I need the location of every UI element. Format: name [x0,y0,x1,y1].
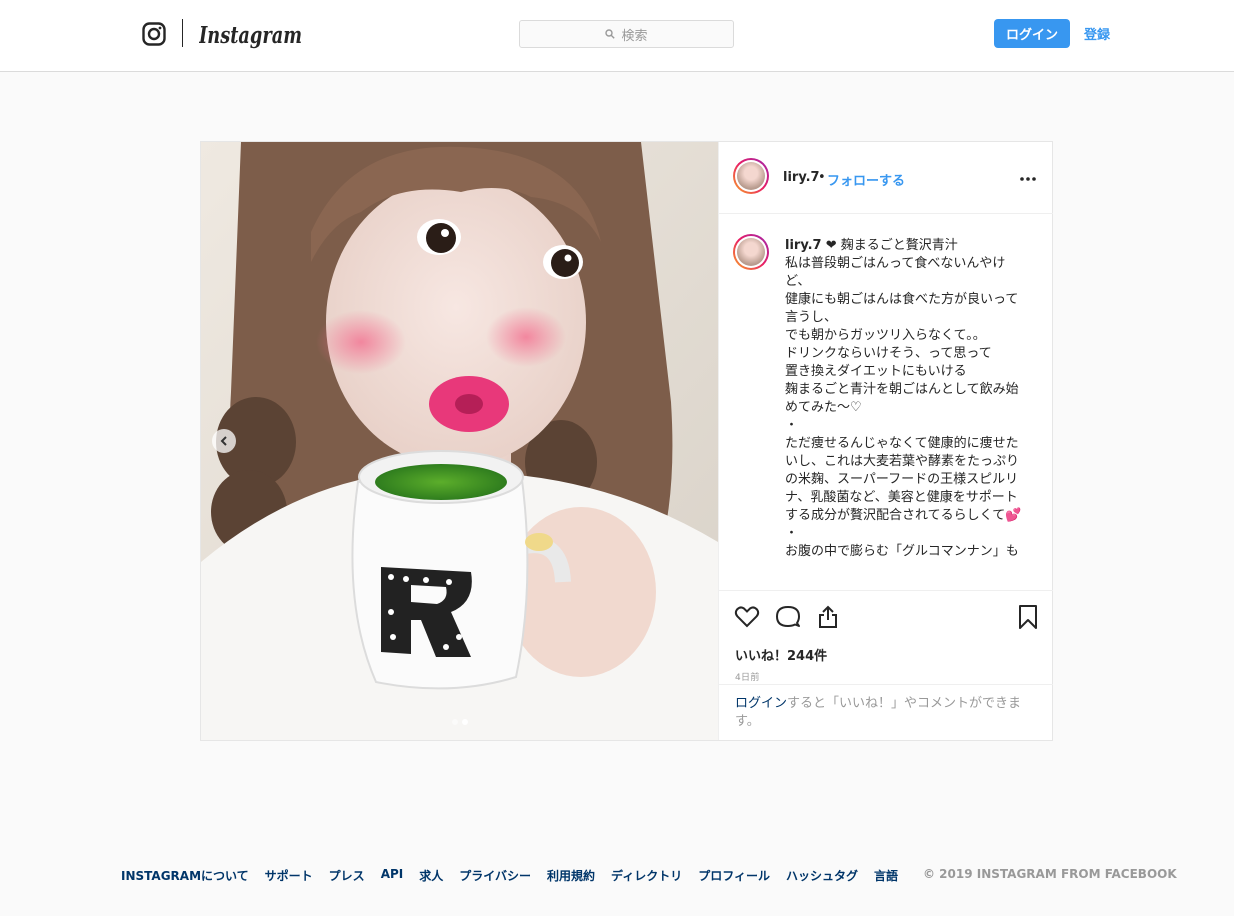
more-options-icon[interactable] [1019,170,1037,188]
share-icon[interactable] [815,604,841,630]
post-username[interactable]: liry.7 [783,170,820,185]
post-timestamp[interactable]: 4日前 [735,670,760,683]
login-prompt: ログインすると「いいね！」やコメントができます。 [719,684,1053,740]
caption-avatar[interactable] [733,234,769,270]
carousel-prev-button[interactable] [212,429,236,453]
search-input[interactable]: 検索 [519,20,734,48]
caption-username[interactable]: liry.7 [785,238,822,253]
search-icon [605,29,616,39]
footer-link-profiles[interactable]: プロフィール [698,867,770,884]
footer-link-directory[interactable]: ディレクトリ [611,867,682,884]
footer-link-jobs[interactable]: 求人 [419,867,443,884]
footer-nav: INSTAGRAMについて サポート プレス API 求人 プライバシー 利用規… [121,867,914,884]
svg-text:Instagram: Instagram [199,22,302,49]
comment-icon[interactable] [775,604,801,630]
footer-link-support[interactable]: サポート [265,867,313,884]
comments-section[interactable]: liry.7 ❤ 麹まるごと贅沢青汁 私は普段朝ごはんって食べないんやけど、 健… [719,214,1053,590]
post-actions: いいね！244件 4日前 [719,590,1053,684]
post-caption: liry.7 ❤ 麹まるごと贅沢青汁 私は普段朝ごはんって食べないんやけど、 健… [785,237,1029,561]
footer-link-terms[interactable]: 利用規約 [547,867,595,884]
carousel-indicators [452,719,468,725]
footer-link-press[interactable]: プレス [329,867,365,884]
instagram-glyph-icon[interactable] [142,22,166,46]
likes-count[interactable]: いいね！244件 [735,645,827,664]
login-prompt-link[interactable]: ログイン [735,696,787,711]
login-button[interactable]: ログイン [994,19,1070,48]
caption-text: ❤ 麹まるごと贅沢青汁 私は普段朝ごはんって食べないんやけど、 健康にも朝ごはん… [785,238,1022,559]
footer-link-language[interactable]: 言語 [874,867,898,884]
header-separator: • [818,170,826,185]
avatar[interactable] [733,158,769,194]
copyright-text: © 2019 INSTAGRAM FROM FACEBOOK [923,867,1177,881]
post-sidebar: liry.7 • フォローする liry.7 ❤ 麹まるごと贅沢青汁 私は普段朝… [718,142,1053,740]
follow-button[interactable]: フォローする [827,170,905,189]
carousel-dot-active [462,719,468,725]
search-placeholder: 検索 [621,28,648,44]
post-card: liry.7 • フォローする liry.7 ❤ 麹まるごと贅沢青汁 私は普段朝… [200,141,1053,741]
header-divider [182,19,183,47]
post-header: liry.7 • フォローする [719,142,1053,214]
footer-link-privacy[interactable]: プライバシー [459,867,531,884]
footer-link-api[interactable]: API [381,867,404,884]
carousel-dot [452,719,458,725]
heart-icon[interactable] [734,604,760,630]
bookmark-icon[interactable] [1015,604,1041,630]
chevron-left-icon [220,436,227,446]
instagram-wordmark-logo[interactable]: Instagram [199,14,303,54]
footer-link-hashtags[interactable]: ハッシュタグ [786,867,858,884]
top-navigation-bar: Instagram 検索 ログイン 登録 [0,0,1234,72]
signup-link[interactable]: 登録 [1084,24,1110,43]
post-photo[interactable] [201,142,718,740]
footer-link-about[interactable]: INSTAGRAMについて [121,867,249,884]
post-photo-illustration [201,142,718,740]
